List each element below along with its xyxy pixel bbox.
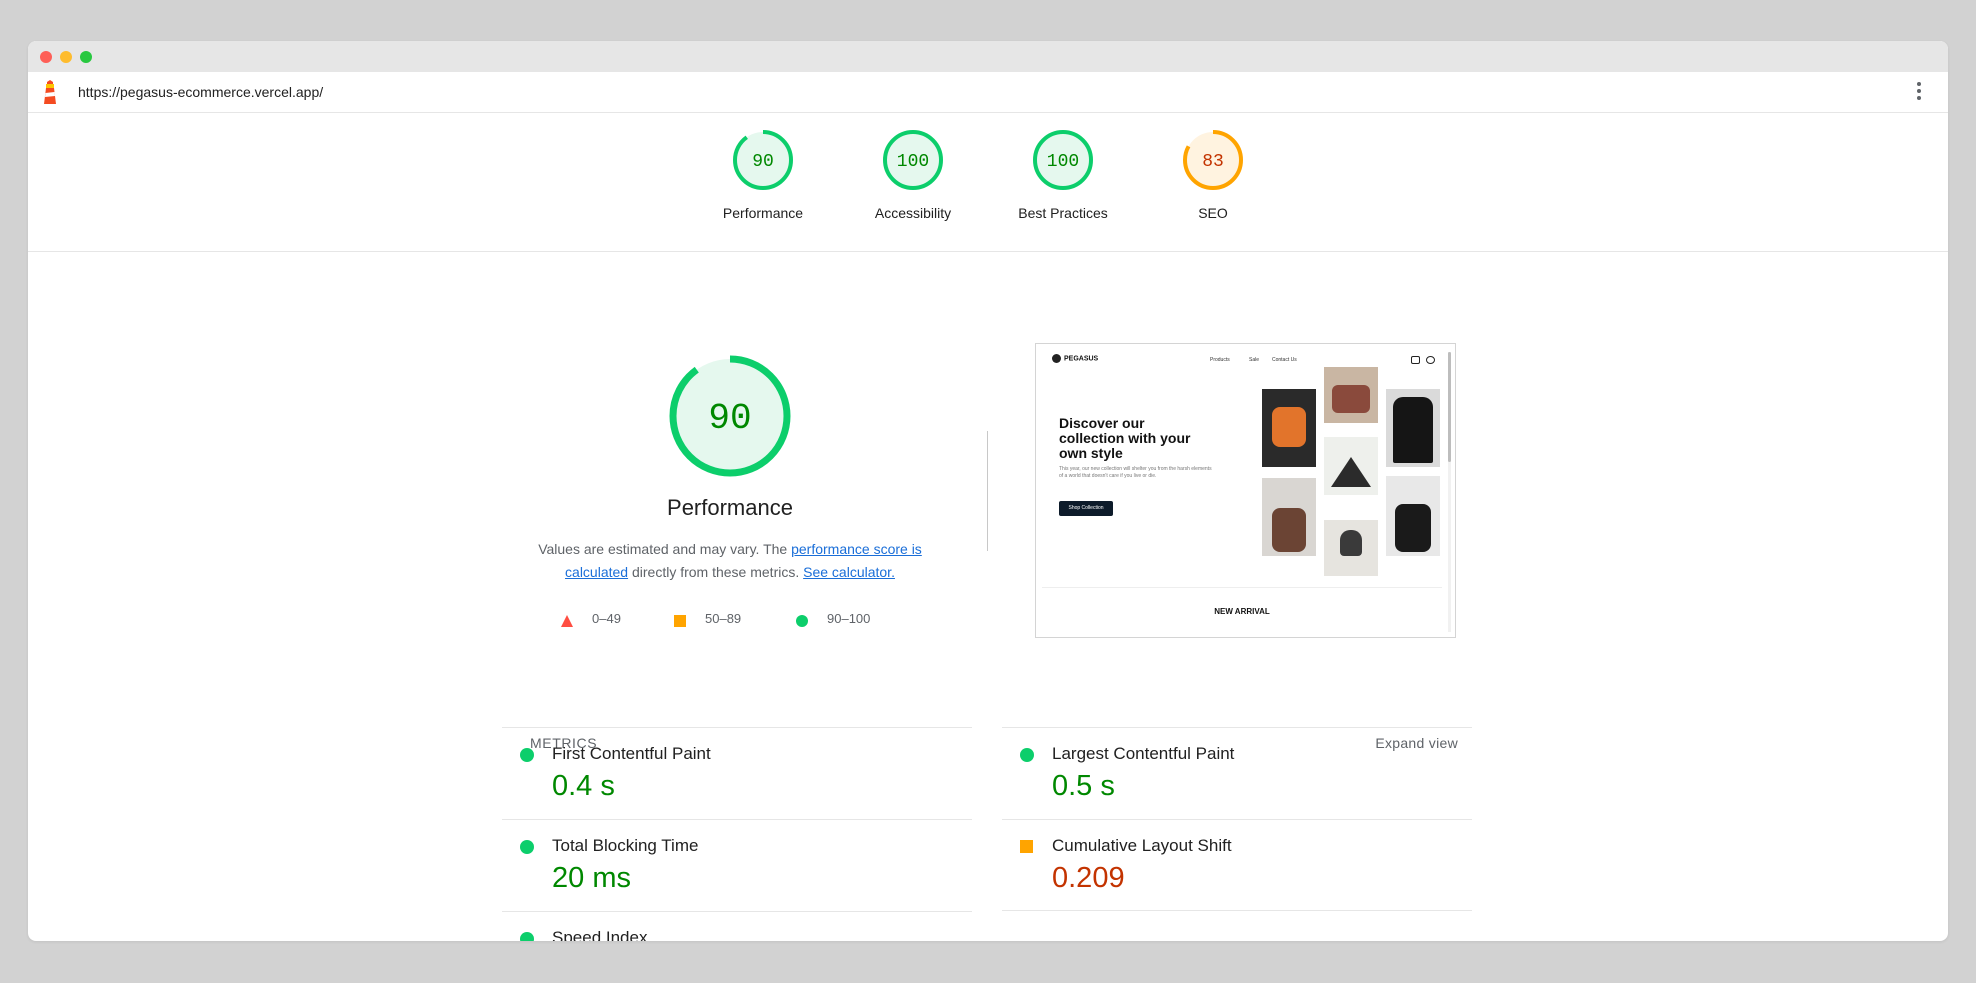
metric-title: Total Blocking Time	[552, 836, 699, 855]
metric-first-contentful-paint: First Contentful Paint 0.4 s	[502, 727, 972, 820]
screenshot-section-title: NEW ARRIVAL	[1214, 607, 1270, 616]
gauge-accessibility-score: 100	[897, 152, 929, 172]
circle-icon	[796, 615, 808, 627]
gauge-accessibility[interactable]: 100 Accessibility	[848, 113, 978, 221]
screenshot-subtext: This year, our new collection will shelt…	[1059, 466, 1212, 479]
report-header-bar: https://pegasus-ecommerce.vercel.app/	[28, 72, 1948, 113]
more-vertical-icon[interactable]	[1916, 82, 1922, 102]
performance-gauge: 90	[669, 355, 791, 477]
description-text-start: Values are estimated and may vary. The	[538, 541, 792, 557]
gauge-seo-score: 83	[1202, 152, 1224, 172]
gauge-performance[interactable]: 90 Performance	[698, 113, 828, 221]
performance-description: Values are estimated and may vary. The p…	[508, 538, 952, 584]
final-screenshot[interactable]: PEGASUS Products Sale Contact Us Discove…	[1035, 343, 1456, 638]
metric-speed-index: Speed Index	[502, 911, 972, 941]
user-icon	[1426, 356, 1435, 364]
lighthouse-logo-icon	[44, 80, 56, 104]
metric-title: Cumulative Layout Shift	[1052, 836, 1232, 855]
gauge-performance-label: Performance	[722, 205, 804, 221]
gauge-best-practices-label: Best Practices	[1018, 205, 1108, 221]
legend-average-range: 50–89	[705, 611, 742, 626]
screenshot-photo-landscape	[1324, 437, 1378, 495]
maximize-window-button[interactable]	[80, 51, 92, 63]
average-square-icon	[1020, 840, 1033, 853]
metric-total-blocking-time: Total Blocking Time 20 ms	[502, 819, 972, 912]
performance-title: Performance	[667, 495, 793, 520]
metric-value: 0.4 s	[552, 770, 615, 802]
gauge-best-practices-score: 100	[1047, 152, 1079, 172]
description-text-middle: directly from these metrics.	[628, 564, 804, 580]
title-bar	[28, 41, 1948, 72]
metric-grid-divider	[1002, 910, 1472, 912]
minimize-window-button[interactable]	[60, 51, 72, 63]
screenshot-photo-brown-shirt	[1262, 478, 1316, 556]
cart-icon	[1411, 356, 1420, 364]
legend-pass-range: 90–100	[827, 611, 871, 626]
gauge-performance-ring: 90	[733, 130, 793, 190]
gauge-best-practices[interactable]: 100 Best Practices	[998, 113, 1128, 221]
screenshot-nav-sale: Sale	[1249, 357, 1260, 363]
screenshot-scrollbar	[1448, 352, 1451, 632]
metric-cumulative-layout-shift: Cumulative Layout Shift 0.209	[1002, 819, 1472, 912]
square-icon	[674, 615, 686, 627]
screenshot-headline: Discover our collection with your own st…	[1059, 415, 1191, 461]
screenshot-divider	[1042, 587, 1442, 588]
screenshot-brand: PEGASUS	[1052, 354, 1098, 363]
gauge-best-practices-ring: 100	[1033, 130, 1093, 190]
gauge-performance-score: 90	[752, 152, 774, 172]
screenshot-photo-group	[1324, 367, 1378, 423]
gauge-accessibility-ring: 100	[883, 130, 943, 190]
gauge-seo-label: SEO	[1198, 205, 1228, 221]
metric-largest-contentful-paint: Largest Contentful Paint 0.5 s	[1002, 727, 1472, 820]
metric-value: 0.5 s	[1052, 770, 1115, 802]
screenshot-photo-black-tee	[1386, 476, 1440, 556]
metric-title: Speed Index	[552, 928, 648, 941]
gauge-seo[interactable]: 83 SEO	[1148, 113, 1278, 221]
screenshot-cta: Shop Collection	[1059, 501, 1113, 516]
browser-window: https://pegasus-ecommerce.vercel.app/ 90…	[28, 41, 1948, 941]
metric-value: 0.209	[1052, 862, 1125, 894]
pass-circle-icon	[1020, 748, 1034, 762]
screenshot-nav-contact: Contact Us	[1272, 357, 1297, 363]
triangle-icon	[561, 615, 573, 627]
screenshot-photo-beanie	[1324, 520, 1378, 576]
page-url[interactable]: https://pegasus-ecommerce.vercel.app/	[78, 84, 323, 100]
metric-title: Largest Contentful Paint	[1052, 744, 1235, 763]
legend-fail-range: 0–49	[592, 611, 621, 626]
screenshot-photo-hoodie	[1386, 389, 1440, 467]
category-gauges: 90 Performance 100 Accessibility 100 Bes…	[28, 113, 1948, 252]
metric-title: First Contentful Paint	[552, 744, 711, 763]
close-window-button[interactable]	[40, 51, 52, 63]
performance-score: 90	[708, 398, 751, 439]
screenshot-nav-products: Products	[1210, 357, 1230, 363]
pass-circle-icon	[520, 932, 534, 941]
screenshot-photo-orange-jacket	[1262, 389, 1316, 467]
vertical-divider	[987, 431, 988, 551]
pass-circle-icon	[520, 748, 534, 762]
metric-value: 20 ms	[552, 862, 631, 894]
see-calculator-link[interactable]: See calculator.	[803, 564, 895, 580]
pass-circle-icon	[520, 840, 534, 854]
gauge-accessibility-label: Accessibility	[874, 205, 952, 221]
gauge-seo-ring: 83	[1183, 130, 1243, 190]
